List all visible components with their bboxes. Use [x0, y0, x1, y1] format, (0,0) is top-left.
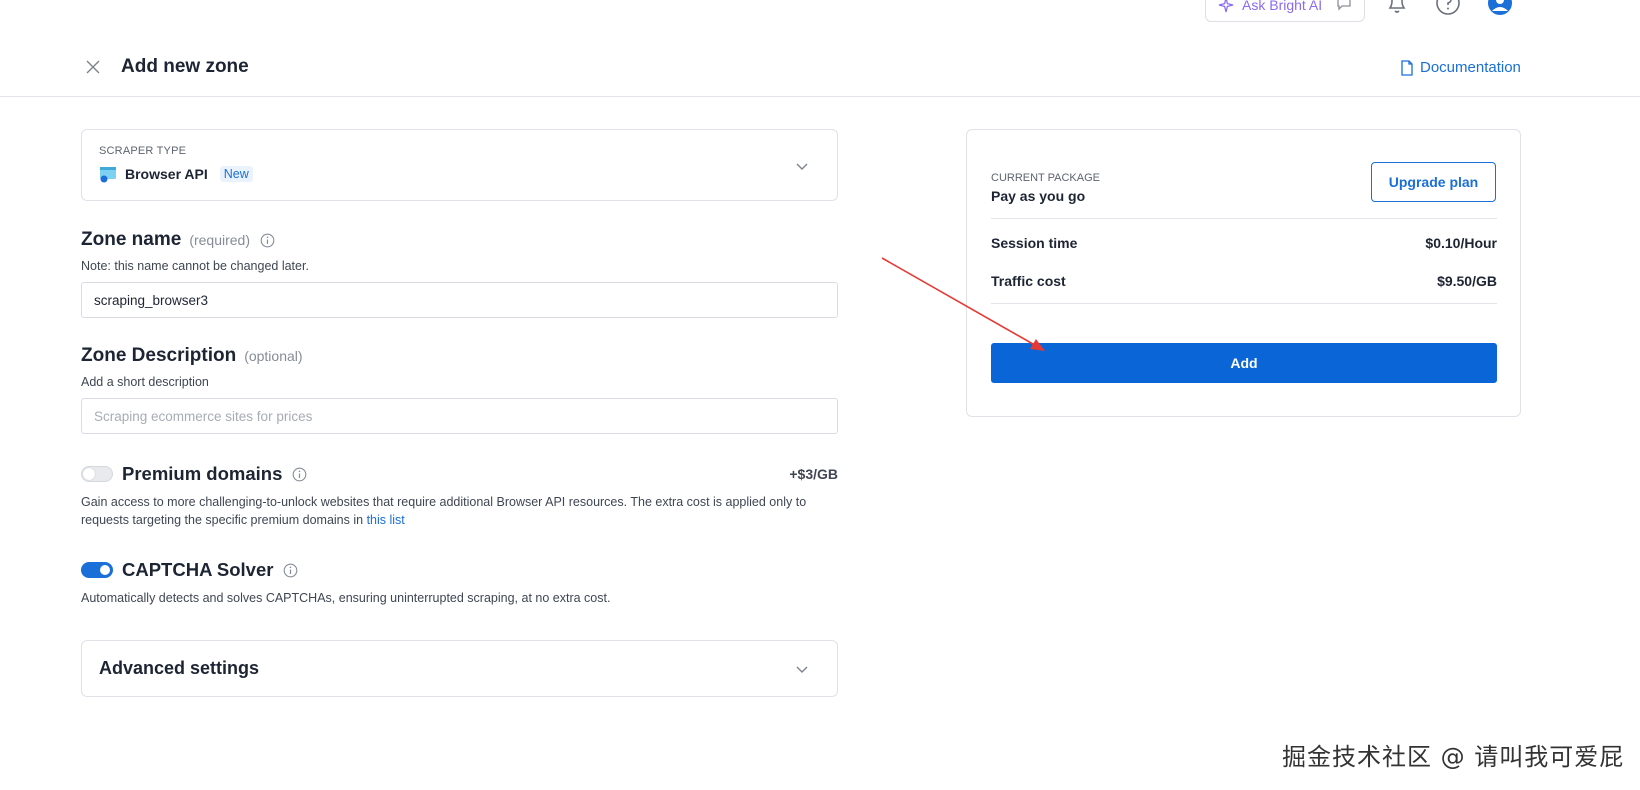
zone-name-required: (required) — [189, 232, 251, 248]
captcha-solver-toggle[interactable] — [81, 562, 113, 578]
sparkle-icon — [1218, 0, 1234, 13]
zone-name-section: Zone name (required) Note: this name can… — [81, 229, 838, 318]
current-package-value: Pay as you go — [991, 188, 1086, 204]
captcha-solver-description: Automatically detects and solves CAPTCHA… — [81, 591, 611, 605]
watermark: 掘金技术社区 @ 请叫我可爱屁 — [1282, 743, 1625, 771]
info-icon[interactable] — [260, 233, 275, 248]
zone-name-title: Zone name — [81, 229, 182, 250]
help-icon[interactable] — [1435, 0, 1461, 16]
user-icon[interactable] — [1487, 0, 1513, 16]
browser-api-icon — [100, 167, 116, 183]
upgrade-plan-button[interactable]: Upgrade plan — [1371, 162, 1496, 202]
top-utility-bar: Ask Bright AI — [0, 0, 1640, 30]
ask-bright-ai-button[interactable]: Ask Bright AI — [1205, 0, 1365, 22]
info-icon[interactable] — [283, 563, 298, 578]
scraper-type-label: SCRAPER TYPE — [99, 145, 187, 157]
zone-description-title: Zone Description — [81, 345, 237, 366]
documentation-label: Documentation — [1420, 59, 1521, 76]
documentation-link[interactable]: Documentation — [1400, 59, 1521, 76]
zone-name-note: Note: this name cannot be changed later. — [81, 259, 309, 273]
zone-form: SCRAPER TYPE Browser API New Zone name (… — [81, 129, 838, 697]
zone-description-optional: (optional) — [244, 348, 303, 364]
divider — [991, 303, 1497, 304]
info-icon[interactable] — [292, 467, 307, 482]
bell-icon[interactable] — [1384, 0, 1410, 16]
page-header: Add new zone Documentation — [0, 40, 1640, 97]
chevron-down-icon — [796, 666, 808, 673]
annotation-arrow-icon — [881, 257, 1045, 351]
premium-domains-title: Premium domains — [122, 463, 283, 484]
session-time-value: $0.10/Hour — [1425, 235, 1497, 251]
zone-description-note: Add a short description — [81, 375, 209, 389]
premium-domains-toggle[interactable] — [81, 466, 113, 482]
premium-domains-text: Gain access to more challenging-to-unloc… — [81, 495, 807, 527]
traffic-cost-row: Traffic cost $9.50/GB — [991, 273, 1497, 289]
advanced-settings-accordion[interactable]: Advanced settings — [81, 640, 838, 697]
zone-description-section: Zone Description (optional) Add a short … — [81, 345, 838, 434]
premium-domains-section: Premium domains +$3/GB Gain access to mo… — [81, 463, 838, 529]
current-package-label: CURRENT PACKAGE — [991, 172, 1101, 184]
page-title: Add new zone — [121, 56, 249, 77]
session-time-label: Session time — [991, 235, 1078, 251]
zone-name-input[interactable] — [81, 282, 838, 318]
close-icon[interactable] — [84, 58, 102, 76]
scraper-type-select[interactable]: SCRAPER TYPE Browser API New — [81, 129, 838, 201]
divider — [991, 218, 1497, 219]
advanced-settings-title: Advanced settings — [99, 658, 260, 678]
premium-domains-price: +$3/GB — [789, 466, 838, 482]
zone-description-input[interactable] — [81, 398, 838, 434]
captcha-solver-title: CAPTCHA Solver — [122, 559, 274, 580]
traffic-cost-value: $9.50/GB — [1437, 273, 1497, 289]
captcha-solver-section: CAPTCHA Solver Automatically detects and… — [81, 559, 838, 607]
chevron-down-icon — [796, 163, 808, 170]
scraper-type-value: Browser API — [125, 166, 208, 182]
premium-domains-list-link[interactable]: this list — [367, 513, 405, 527]
new-badge: New — [219, 166, 253, 182]
session-time-row: Session time $0.10/Hour — [991, 235, 1497, 251]
ask-bright-ai-label: Ask Bright AI — [1242, 0, 1323, 13]
chat-icon[interactable] — [1336, 0, 1352, 11]
premium-domains-description: Gain access to more challenging-to-unloc… — [81, 493, 838, 529]
document-icon — [1401, 59, 1413, 76]
add-zone-button[interactable]: Add — [991, 343, 1497, 383]
